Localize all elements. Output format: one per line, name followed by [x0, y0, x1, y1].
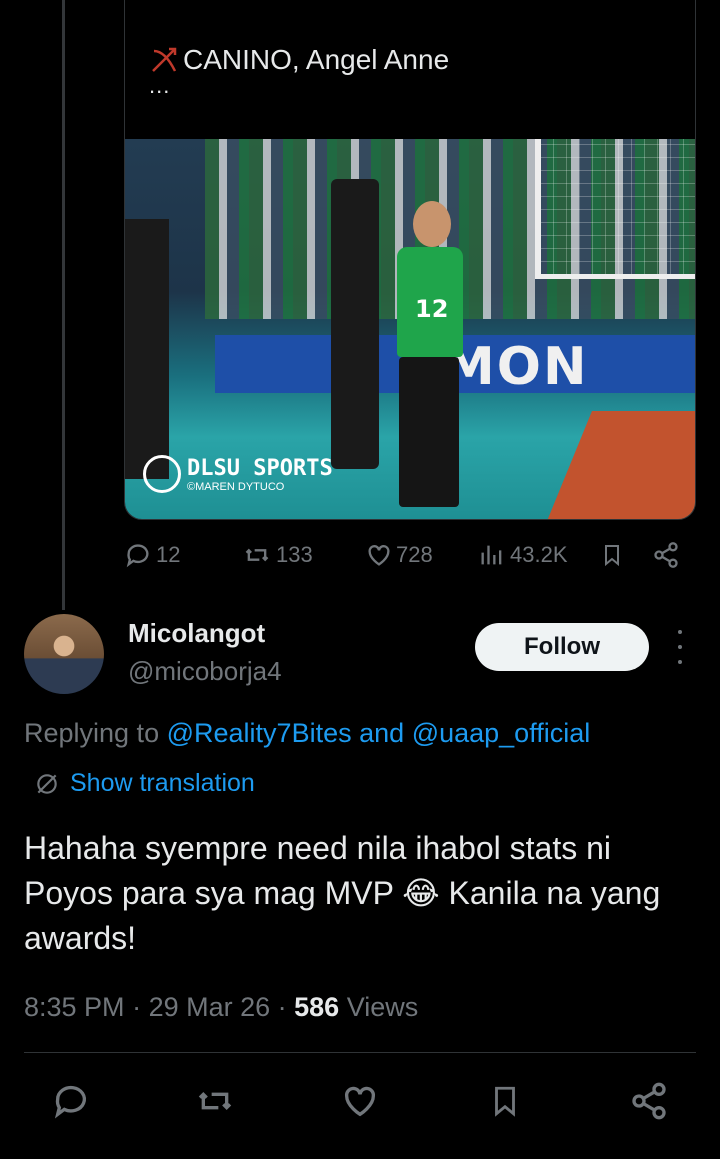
- views-chart-icon: [481, 545, 502, 565]
- trophy-logo-icon: [143, 455, 181, 493]
- quoted-tweet-title-row: CANINO, Angel Anne: [149, 44, 449, 76]
- retweet-count: 133: [276, 542, 313, 567]
- reply-icon: [126, 544, 149, 568]
- retweet-icon: [245, 548, 269, 562]
- quoted-views-button[interactable]: 43.2K: [478, 540, 568, 570]
- quoted-share-button[interactable]: [652, 540, 680, 570]
- photo-player-head: [413, 201, 451, 247]
- mention-link-2[interactable]: @uaap_official: [412, 718, 591, 748]
- views-count: 43.2K: [510, 542, 568, 567]
- photo-banner-text: MON: [443, 337, 589, 397]
- divider: [24, 1052, 696, 1053]
- views-number: 586: [294, 992, 340, 1022]
- bottom-action-bar: [0, 1076, 720, 1126]
- quoted-tweet-title: CANINO, Angel Anne: [183, 44, 450, 75]
- quoted-retweet-button[interactable]: 133: [242, 540, 313, 570]
- author-display-name[interactable]: Micolangot: [128, 618, 265, 649]
- show-translation-label: Show translation: [70, 769, 255, 797]
- bookmark-icon: [605, 545, 619, 567]
- replying-prefix: Replying to: [24, 718, 160, 748]
- quoted-tweet-card[interactable]: CANINO, Angel Anne ... MON 12 DLSU SPORT…: [124, 0, 696, 520]
- mention-link-1[interactable]: @Reality7Bites: [167, 718, 352, 748]
- thread-line: [62, 0, 65, 610]
- watermark-credit: ©MAREN DYTUCO: [187, 480, 285, 493]
- quoted-reply-button[interactable]: 12: [124, 540, 180, 570]
- quoted-like-button[interactable]: 728: [364, 540, 433, 570]
- heart-icon: [344, 1086, 376, 1117]
- photo-referee: [125, 219, 169, 479]
- laughing-emoji-icon: 😂: [402, 875, 440, 911]
- photo-court: [547, 411, 695, 519]
- share-icon: [632, 1082, 666, 1120]
- reply-button[interactable]: [46, 1076, 96, 1126]
- tweet-time[interactable]: 8:35 PM: [24, 992, 125, 1022]
- share-button[interactable]: [624, 1076, 674, 1126]
- quoted-bookmark-button[interactable]: [600, 540, 624, 570]
- photo-jersey-number: 12: [415, 295, 449, 323]
- heart-icon: [368, 545, 390, 566]
- reply-count: 12: [156, 542, 181, 567]
- retweet-icon: [198, 1091, 232, 1111]
- like-button[interactable]: [335, 1076, 385, 1126]
- tweet-date[interactable]: 29 Mar 26: [149, 992, 271, 1022]
- avatar[interactable]: [24, 614, 104, 694]
- globe-translate-icon: [37, 773, 57, 794]
- tweet-media-photo[interactable]: MON 12 DLSU SPORTS ©MAREN DYTUCO: [125, 139, 695, 519]
- watermark-title: DLSU SPORTS: [187, 455, 333, 481]
- views-label: Views: [346, 992, 419, 1022]
- like-count: 728: [396, 542, 433, 567]
- retweet-button[interactable]: [190, 1076, 240, 1126]
- mention-and: and: [359, 718, 405, 748]
- share-icon: [654, 542, 678, 568]
- show-translation-button[interactable]: Show translation: [34, 769, 255, 798]
- bow-and-arrow-icon: [152, 47, 177, 72]
- bookmark-icon: [495, 1086, 515, 1117]
- more-options-icon[interactable]: [672, 630, 688, 664]
- photo-player-legs: [399, 357, 459, 507]
- author-handle[interactable]: @micoborja4: [128, 656, 282, 687]
- quoted-tweet-more: ...: [149, 73, 171, 98]
- replying-to-line: Replying to @Reality7Bites and @uaap_off…: [24, 718, 590, 749]
- tweet-text: Hahaha syempre need nila ihabol stats ni…: [24, 826, 704, 961]
- tweet-meta: 8:35 PM · 29 Mar 26 · 586 Views: [24, 992, 419, 1022]
- photo-post-pad: [331, 179, 379, 469]
- reply-icon: [54, 1085, 86, 1119]
- bookmark-button[interactable]: [480, 1076, 530, 1126]
- photo-net: [535, 139, 695, 279]
- follow-button[interactable]: Follow: [475, 623, 649, 671]
- photo-watermark: DLSU SPORTS ©MAREN DYTUCO: [143, 455, 333, 493]
